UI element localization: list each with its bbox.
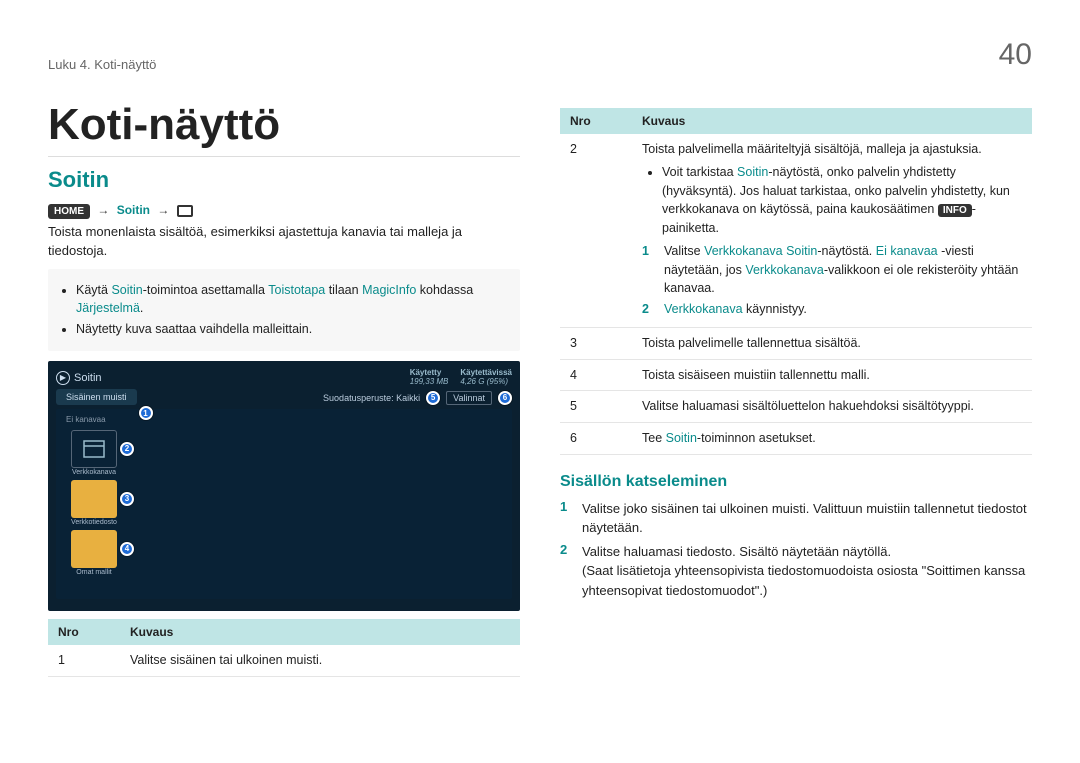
- section-heading: Soitin: [48, 167, 520, 193]
- description-table-right: Nro Kuvaus 2 Toista palvelimella määrite…: [560, 108, 1032, 455]
- home-tag: HOME: [48, 204, 90, 219]
- col-desc: Kuvaus: [632, 108, 1032, 134]
- screenshot-title: Soitin: [74, 372, 102, 384]
- table-row: 5Valitse haluamasi sisältöluettelon haku…: [560, 391, 1032, 423]
- channel-icon[interactable]: [71, 430, 117, 468]
- folder-icon[interactable]: [71, 530, 117, 568]
- substep: 1 Valitse Verkkokanava Soitin-näytöstä. …: [642, 242, 1022, 298]
- enter-icon: [177, 205, 193, 217]
- page: Luku 4. Koti-näyttö 40 Koti-näyttö Soiti…: [0, 0, 1080, 677]
- chapter-label: Luku 4. Koti-näyttö: [48, 57, 156, 72]
- callout-5: 5: [426, 391, 440, 405]
- lead-paragraph: Toista monenlaista sisältöä, esimerkiksi…: [48, 223, 520, 261]
- note-item: Näytetty kuva saattaa vaihdella malleitt…: [76, 320, 508, 339]
- col-nro: Nro: [48, 619, 120, 645]
- storage-meta: Käytetty199,33 MB Käytettävissä4,26 G (9…: [410, 369, 512, 387]
- folder-icon[interactable]: [71, 480, 117, 518]
- table-row: 1 Valitse sisäinen tai ulkoinen muisti.: [48, 645, 520, 676]
- callout-4: 4: [120, 542, 134, 556]
- page-title: Koti-näyttö: [48, 100, 520, 150]
- arrow-icon: →: [97, 203, 109, 217]
- left-column: Koti-näyttö Soitin HOME → Soitin → Toist…: [48, 100, 520, 677]
- table-row: 6 Tee Soitin-toiminnon asetukset.: [560, 423, 1032, 455]
- col-desc: Kuvaus: [120, 619, 520, 645]
- memory-tab[interactable]: Sisäinen muisti: [56, 389, 137, 405]
- subsection-heading: Sisällön katseleminen: [560, 473, 1032, 491]
- title-divider: [48, 156, 520, 157]
- callout-6: 6: [498, 391, 512, 405]
- step: 1 Valitse joko sisäinen tai ulkoinen mui…: [560, 499, 1032, 538]
- table-row: 2 Toista palvelimella määriteltyjä sisäl…: [560, 134, 1032, 327]
- table-row: 3Toista palvelimelle tallennettua sisält…: [560, 327, 1032, 359]
- note-item: Käytä Soitin-toimintoa asettamalla Toist…: [76, 281, 508, 319]
- breadcrumb-item: Soitin: [117, 203, 150, 217]
- options-button[interactable]: Valinnat: [446, 391, 492, 405]
- callout-1: 1: [139, 406, 153, 420]
- callout-3: 3: [120, 492, 134, 506]
- col-nro: Nro: [560, 108, 632, 134]
- note-box: Käytä Soitin-toimintoa asettamalla Toist…: [48, 269, 520, 351]
- callout-2: 2: [120, 442, 134, 456]
- table-row: 4Toista sisäiseen muistiin tallennettu m…: [560, 359, 1032, 391]
- substep: 2 Verkkokanava käynnistyy.: [642, 300, 1022, 319]
- ui-screenshot: ▶ Soitin Käytetty199,33 MB Käytettävissä…: [48, 361, 520, 611]
- description-table-left: Nro Kuvaus 1 Valitse sisäinen tai ulkoin…: [48, 619, 520, 677]
- group-label: Ei kanavaa: [66, 415, 502, 424]
- right-column: Nro Kuvaus 2 Toista palvelimella määrite…: [560, 100, 1032, 677]
- columns: Koti-näyttö Soitin HOME → Soitin → Toist…: [48, 100, 1032, 677]
- steps-list: 1 Valitse joko sisäinen tai ulkoinen mui…: [560, 499, 1032, 601]
- breadcrumb: HOME → Soitin →: [48, 203, 520, 217]
- step: 2 Valitse haluamasi tiedosto. Sisältö nä…: [560, 542, 1032, 601]
- bullet: Voit tarkistaa Soitin-näytöstä, onko pal…: [662, 163, 1022, 238]
- filter-label: Suodatusperuste: Kaikki: [323, 393, 420, 403]
- page-number: 40: [999, 38, 1032, 72]
- arrow-icon: →: [157, 203, 169, 217]
- play-icon: ▶: [56, 371, 70, 385]
- header-bar: Luku 4. Koti-näyttö 40: [48, 38, 1032, 72]
- info-tag: INFO: [938, 204, 972, 217]
